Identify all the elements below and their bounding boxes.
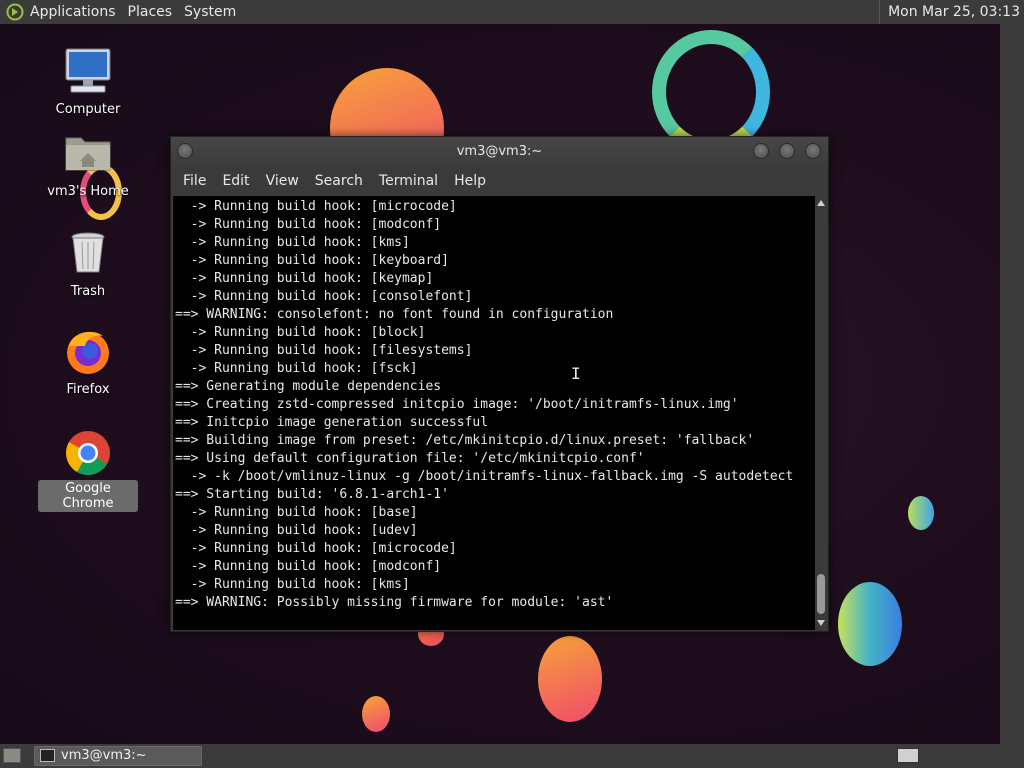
terminal-output[interactable]: -> Running build hook: [microcode] -> Ru… <box>173 196 815 630</box>
taskbar-button-label: vm3@vm3:~ <box>61 748 147 763</box>
desktop-icon-home[interactable]: vm3's Home <box>38 128 138 200</box>
desktop-icon-chrome[interactable]: Google Chrome <box>38 428 138 512</box>
terminal-line: ==> Initcpio image generation successful <box>175 415 489 430</box>
clock[interactable]: Mon Mar 25, 03:13 <box>879 0 1020 24</box>
terminal-line: ==> Building image from preset: /etc/mki… <box>175 433 755 448</box>
panel-menu: Applications Places System <box>24 0 242 24</box>
menu-help[interactable]: Help <box>446 167 494 195</box>
terminal-line: -> Running build hook: [fsck] <box>175 361 418 376</box>
computer-icon <box>65 48 111 93</box>
text-cursor-icon: I <box>571 364 581 383</box>
terminal-line: -> Running build hook: [modconf] <box>175 217 442 232</box>
terminal-app-icon <box>40 749 55 762</box>
scroll-thumb[interactable] <box>817 574 825 614</box>
close-button[interactable] <box>805 143 821 159</box>
terminal-line: -> -k /boot/vmlinuz-linux -g /boot/initr… <box>175 469 794 484</box>
desktop-edge <box>1000 24 1024 744</box>
places-menu[interactable]: Places <box>122 0 179 24</box>
terminal-line: -> Running build hook: [microcode] <box>175 541 457 556</box>
terminal-line: -> Running build hook: [base] <box>175 505 418 520</box>
terminal-scrollbar[interactable] <box>815 196 827 630</box>
terminal-line: -> Running build hook: [microcode] <box>175 199 457 214</box>
chrome-icon <box>66 431 110 475</box>
desktop-icon-label: vm3's Home <box>47 184 129 199</box>
scroll-up-arrow-icon[interactable] <box>817 200 825 206</box>
scroll-down-arrow-icon[interactable] <box>817 620 825 626</box>
window-title: vm3@vm3:~ <box>456 144 543 159</box>
terminal-line: ==> WARNING: Possibly missing firmware f… <box>175 595 614 610</box>
terminal-line: -> Running build hook: [keymap] <box>175 271 434 286</box>
menu-view[interactable]: View <box>258 167 307 195</box>
terminal-window[interactable]: vm3@vm3:~ File Edit View Search Terminal… <box>170 136 829 632</box>
terminal-line: -> Running build hook: [modconf] <box>175 559 442 574</box>
home-folder-icon <box>65 137 111 171</box>
desktop-icon-label: Trash <box>70 284 106 299</box>
workspace-switcher[interactable] <box>897 748 919 763</box>
terminal-menubar: File Edit View Search Terminal Help <box>171 167 828 195</box>
menu-terminal[interactable]: Terminal <box>371 167 446 195</box>
bottom-panel: vm3@vm3:~ <box>0 744 1024 768</box>
trash-icon <box>71 232 105 273</box>
distro-logo-icon[interactable] <box>6 3 24 21</box>
terminal-line: ==> Creating zstd-compressed initcpio im… <box>175 397 739 412</box>
terminal-line: -> Running build hook: [udev] <box>175 523 418 538</box>
desktop-icon-label: Computer <box>55 102 121 117</box>
terminal-line: ==> Starting build: '6.8.1-arch1-1' <box>175 487 449 502</box>
terminal-line: ==> Using default configuration file: '/… <box>175 451 645 466</box>
menu-edit[interactable]: Edit <box>214 167 257 195</box>
terminal-line: -> Running build hook: [filesystems] <box>175 343 473 358</box>
wallpaper-blob <box>362 696 390 732</box>
minimize-button[interactable] <box>753 143 769 159</box>
system-menu[interactable]: System <box>178 0 242 24</box>
terminal-line: ==> Generating module dependencies <box>175 379 442 394</box>
menu-search[interactable]: Search <box>307 167 371 195</box>
wallpaper-blob <box>838 582 902 666</box>
terminal-line: -> Running build hook: [kms] <box>175 235 410 250</box>
firefox-icon <box>67 331 109 374</box>
maximize-button[interactable] <box>779 143 795 159</box>
terminal-line: -> Running build hook: [consolefont] <box>175 289 473 304</box>
desktop-icon-trash[interactable]: Trash <box>38 228 138 300</box>
desktop-icon-label: Firefox <box>66 382 110 397</box>
taskbar-terminal-button[interactable]: vm3@vm3:~ <box>34 746 202 766</box>
wallpaper-blob <box>908 496 934 530</box>
applications-menu[interactable]: Applications <box>24 0 122 24</box>
desktop-icon-firefox[interactable]: Firefox <box>38 326 138 398</box>
terminal-line: -> Running build hook: [kms] <box>175 577 410 592</box>
show-desktop-icon[interactable] <box>3 748 21 763</box>
window-titlebar[interactable]: vm3@vm3:~ <box>171 137 828 167</box>
wallpaper-blob <box>538 636 602 722</box>
desktop-icon-label: Google Chrome <box>38 480 138 512</box>
top-panel: Applications Places System Mon Mar 25, 0… <box>0 0 1024 24</box>
terminal-lines: -> Running build hook: [microcode] -> Ru… <box>173 196 815 612</box>
menu-file[interactable]: File <box>175 167 214 195</box>
desktop-icon-computer[interactable]: Computer <box>38 46 138 118</box>
terminal-line: -> Running build hook: [keyboard] <box>175 253 449 268</box>
terminal-line: ==> WARNING: consolefont: no font found … <box>175 307 614 322</box>
terminal-line: -> Running build hook: [block] <box>175 325 426 340</box>
